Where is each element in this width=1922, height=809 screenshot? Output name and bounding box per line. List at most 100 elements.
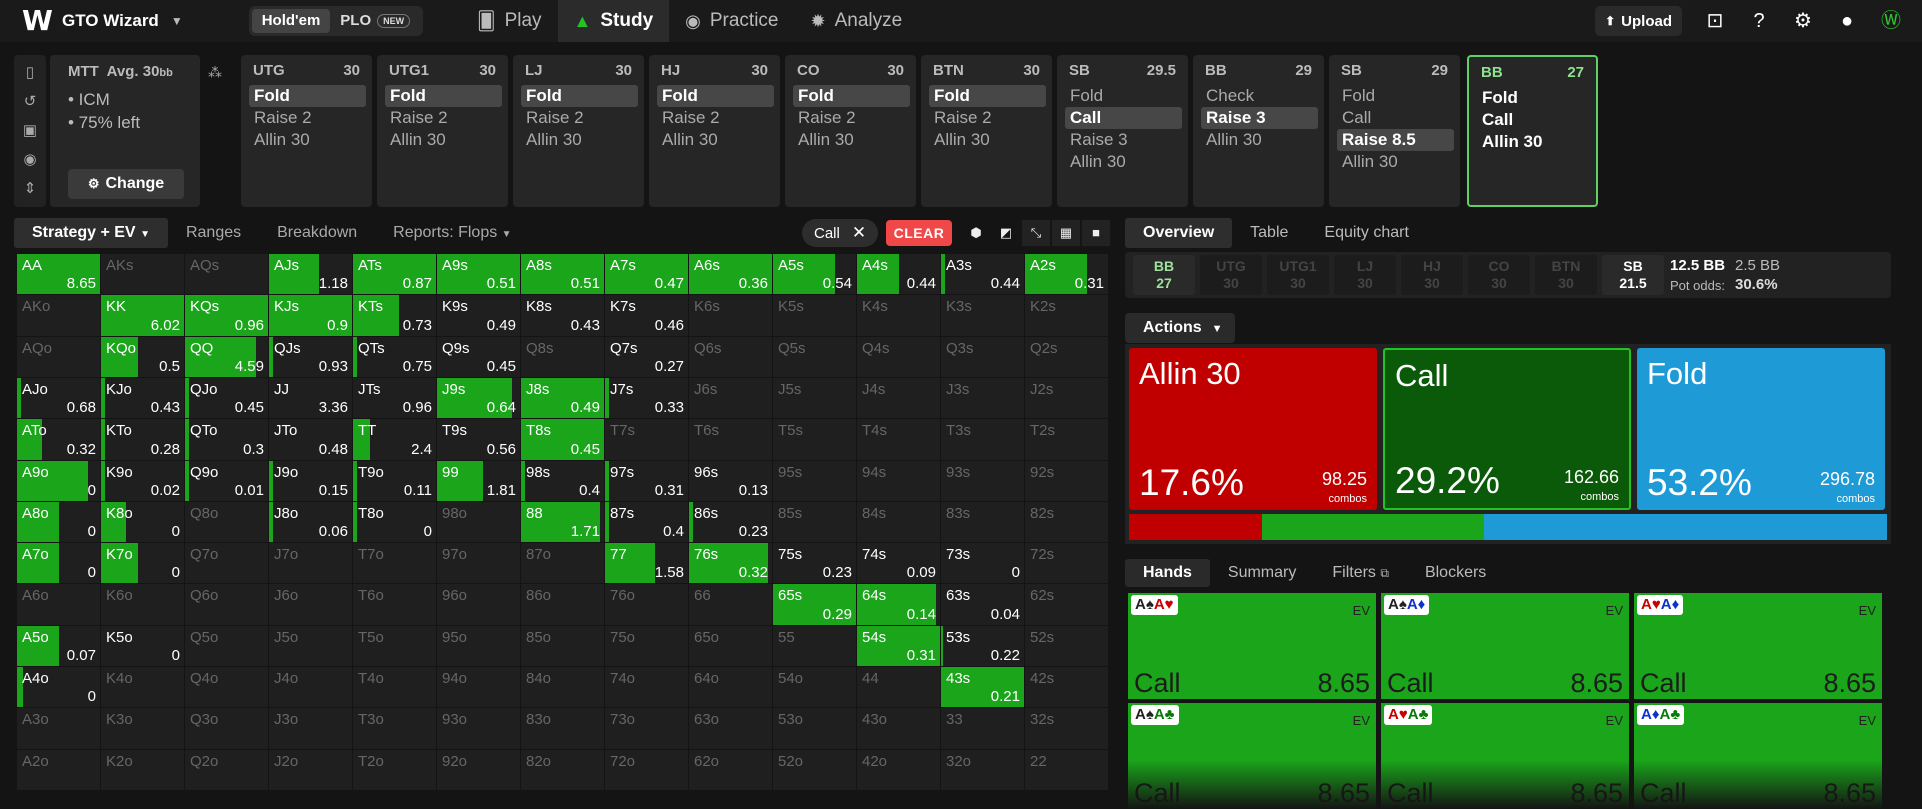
hand-cell[interactable]: A9s 0.51	[437, 254, 521, 296]
action-option[interactable]: Raise 3	[1065, 129, 1182, 151]
hand-cell[interactable]: K4o	[101, 667, 185, 709]
hand-cell[interactable]: 98o	[437, 501, 521, 544]
position-card-bb[interactable]: BB 29 Check Raise 3 Allin 30	[1193, 55, 1324, 207]
hand-cell[interactable]: 76s 0.32	[689, 543, 773, 585]
hand-cell[interactable]: J7o	[269, 543, 353, 585]
hand-cell[interactable]: QJs 0.93	[269, 336, 353, 378]
hand-cell[interactable]: 72o	[605, 749, 689, 791]
hand-cell[interactable]: J6o	[269, 584, 353, 626]
action-option[interactable]: Raise 2	[385, 107, 502, 129]
hand-cell[interactable]: KQo 0.5	[101, 336, 185, 378]
hand-cell[interactable]: KTo 0.28	[101, 419, 185, 461]
seat-sb[interactable]: SB 21.5	[1602, 255, 1664, 295]
tree-icon[interactable]: ⁂	[208, 64, 222, 81]
hand-cell[interactable]: J5o	[269, 625, 353, 668]
seat-bb[interactable]: BB 27	[1133, 255, 1195, 295]
hand-cell[interactable]: ATs 0.87	[353, 254, 437, 296]
action-option[interactable]: Fold	[1065, 85, 1182, 107]
hand-cell[interactable]: KJs 0.9	[269, 295, 353, 337]
action-option[interactable]: Raise 2	[521, 107, 638, 129]
gear-icon[interactable]: ⚙	[1790, 8, 1816, 34]
hand-cell[interactable]: JTo 0.48	[269, 419, 353, 461]
hand-cell[interactable]: 94o	[437, 667, 521, 709]
contrast-icon[interactable]: ◩	[992, 220, 1020, 246]
brand-name[interactable]: GTO Wizard	[62, 11, 159, 31]
hand-cell[interactable]: Q8s	[521, 336, 605, 378]
hand-cell[interactable]: J9o 0.15	[269, 460, 353, 502]
screenshot-icon[interactable]: ⊡	[1702, 8, 1728, 34]
hand-cell[interactable]: 85s	[773, 501, 857, 544]
hand-cell[interactable]: J2o	[269, 749, 353, 791]
hand-cell[interactable]: 75o	[605, 625, 689, 668]
square-icon[interactable]: ■	[1082, 220, 1110, 246]
hand-cell[interactable]: J2s	[1025, 377, 1109, 420]
hand-cell[interactable]: 22	[1025, 749, 1109, 791]
hand-cell[interactable]: 96o	[437, 584, 521, 626]
tab-overview[interactable]: Overview	[1125, 218, 1233, 248]
tab-hands[interactable]: Hands	[1125, 559, 1210, 587]
hand-cell[interactable]: T4o	[353, 667, 437, 709]
hand-cell[interactable]: 93s	[941, 460, 1025, 502]
hand-cell[interactable]: 84o	[521, 667, 605, 709]
hand-cell[interactable]: TT 2.4	[353, 419, 437, 461]
history-icon[interactable]: ↺	[24, 90, 37, 119]
clear-button[interactable]: CLEAR	[886, 220, 952, 246]
hand-cell[interactable]: A3s 0.44	[941, 254, 1025, 296]
hand-cell[interactable]: T9s 0.56	[437, 419, 521, 461]
seat-btn[interactable]: BTN 30	[1535, 255, 1597, 295]
hand-cell[interactable]: Q2o	[185, 749, 269, 791]
hand-cell[interactable]: A7o 0	[17, 543, 101, 585]
hand-cell[interactable]: Q3s	[941, 336, 1025, 378]
hand-cell[interactable]: A8s 0.51	[521, 254, 605, 296]
action-option[interactable]: Fold	[1477, 87, 1594, 109]
nav-study[interactable]: ▲ Study	[557, 0, 670, 42]
hand-cell[interactable]: QQ 4.59	[185, 336, 269, 378]
position-card-btn[interactable]: BTN 30 Fold Raise 2 Allin 30	[921, 55, 1052, 207]
position-card-bb[interactable]: BB 27 Fold Call Allin 30	[1467, 55, 1598, 207]
action-option[interactable]: Raise 2	[657, 107, 774, 129]
hand-cell[interactable]: J3s	[941, 377, 1025, 420]
action-option[interactable]: Check	[1201, 85, 1318, 107]
hand-cell[interactable]: T6o	[353, 584, 437, 626]
action-option[interactable]: Allin 30	[1477, 131, 1594, 153]
hand-cell[interactable]: 98s 0.4	[521, 460, 605, 502]
hand-cell[interactable]: A5o 0.07	[17, 625, 101, 668]
hand-cell[interactable]: 53o	[773, 708, 857, 750]
hand-cell[interactable]: 52o	[773, 749, 857, 791]
hand-cell[interactable]: K5o 0	[101, 625, 185, 668]
hand-cell[interactable]: 65s 0.29	[773, 584, 857, 626]
tab-filters[interactable]: Filters ⧉	[1314, 559, 1407, 587]
hand-cell[interactable]: A4s 0.44	[857, 254, 941, 296]
tab-reports-flops[interactable]: Reports: Flops ▼	[375, 218, 529, 248]
action-option[interactable]: Fold	[929, 85, 1046, 107]
hand-cell[interactable]: T5o	[353, 625, 437, 668]
hand-cell[interactable]: 32s	[1025, 708, 1109, 750]
hand-cell[interactable]: 63s 0.04	[941, 584, 1025, 626]
action-option[interactable]: Allin 30	[249, 129, 366, 151]
hand-cell[interactable]: T3o	[353, 708, 437, 750]
hand-cell[interactable]: A6o	[17, 584, 101, 626]
hand-cell[interactable]: 73o	[605, 708, 689, 750]
hand-cell[interactable]: 86s 0.23	[689, 501, 773, 544]
hand-cell[interactable]: J4o	[269, 667, 353, 709]
nav-analyze[interactable]: ✹ Analyze	[795, 0, 919, 42]
action-option[interactable]: Fold	[1337, 85, 1454, 107]
hand-cell[interactable]: K2s	[1025, 295, 1109, 337]
hand-cell[interactable]: K7s 0.46	[605, 295, 689, 337]
hand-cell[interactable]: 87o	[521, 543, 605, 585]
hand-cell[interactable]: AJo 0.68	[17, 377, 101, 420]
hand-cell[interactable]: T3s	[941, 419, 1025, 461]
hand-cell[interactable]: 82o	[521, 749, 605, 791]
position-card-hj[interactable]: HJ 30 Fold Raise 2 Allin 30	[649, 55, 780, 207]
grid-icon[interactable]: ▦	[1052, 220, 1080, 246]
action-option[interactable]: Fold	[249, 85, 366, 107]
hand-cell[interactable]: KQs 0.96	[185, 295, 269, 337]
hand-cell[interactable]: T5s	[773, 419, 857, 461]
seat-utg1[interactable]: UTG1 30	[1267, 255, 1329, 295]
position-card-utg1[interactable]: UTG1 30 Fold Raise 2 Allin 30	[377, 55, 508, 207]
hand-cell[interactable]: JTs 0.96	[353, 377, 437, 420]
action-box-call[interactable]: Call 29.2% 162.66 combos	[1383, 348, 1631, 510]
tab-holdem[interactable]: Hold'em	[251, 9, 331, 33]
hand-cell[interactable]: J7s 0.33	[605, 377, 689, 420]
hand-cell[interactable]: 73s 0	[941, 543, 1025, 585]
